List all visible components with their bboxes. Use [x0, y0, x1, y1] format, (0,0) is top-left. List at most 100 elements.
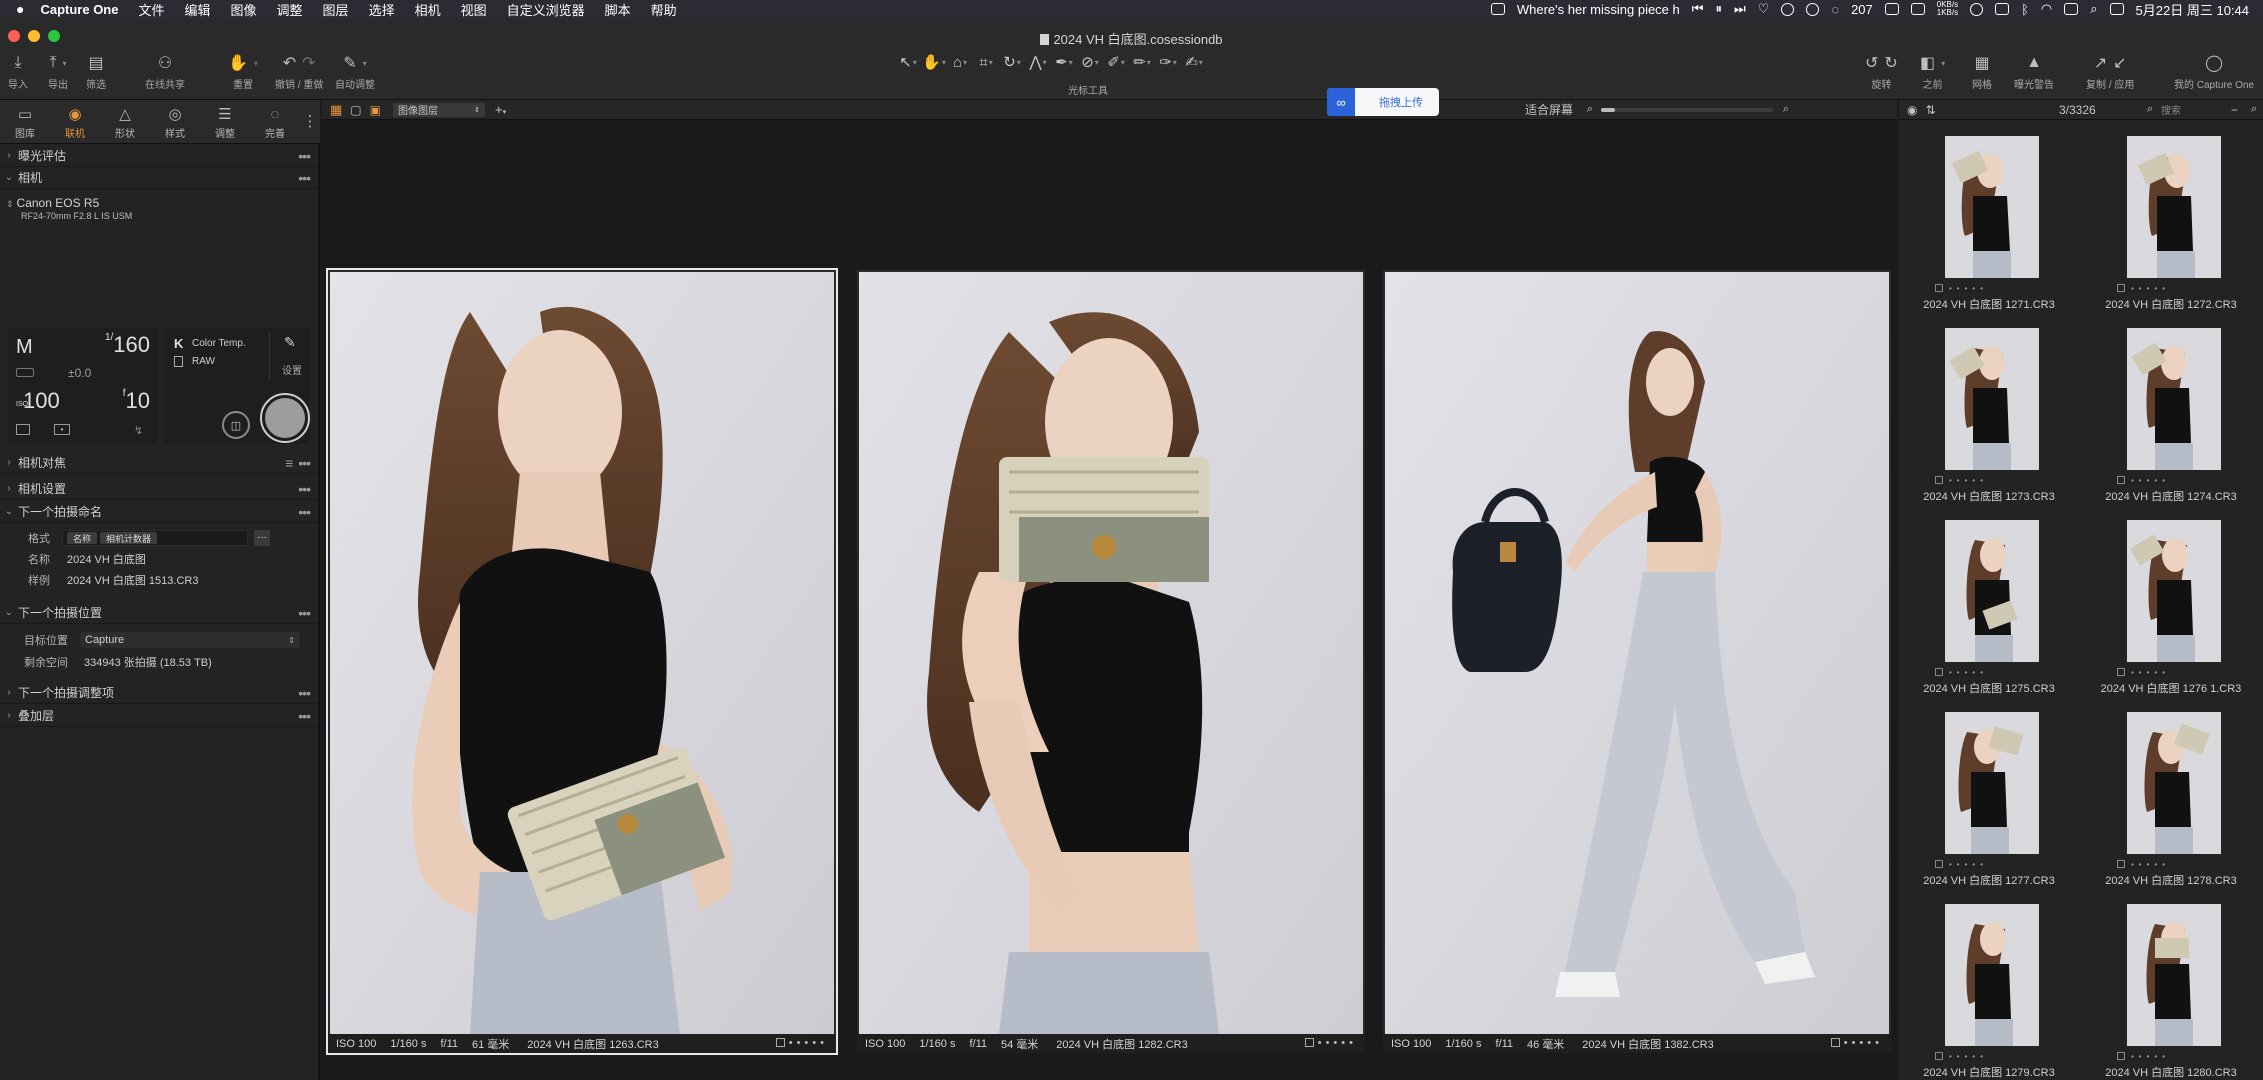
share-online-button[interactable]: ⚇ 在线共享 — [145, 52, 185, 91]
thumbnail[interactable]: ••••• 2024 VH 白底图 1272.CR3 — [2081, 130, 2261, 320]
menu-file[interactable]: 文件 — [128, 0, 174, 19]
exposure-mode[interactable]: M — [16, 336, 33, 359]
single-shot-icon[interactable] — [16, 424, 30, 435]
thumbnail-checkbox[interactable] — [2117, 860, 2125, 868]
rotate-tool-icon[interactable]: ↻ ▾ — [999, 52, 1025, 72]
apple-menu-icon[interactable]: ● — [0, 1, 30, 17]
menu-layer[interactable]: 图层 — [313, 0, 359, 19]
auto-adjust-dropdown-icon[interactable]: ▾ — [363, 59, 367, 68]
thumbnail-checkbox[interactable] — [1935, 668, 1943, 676]
zoom-slider-knob[interactable] — [1601, 108, 1615, 112]
heart-icon[interactable]: ♡ — [1758, 1, 1770, 17]
menu-select[interactable]: 选择 — [359, 0, 405, 19]
fit-screen-label[interactable]: 适合屏幕 — [1525, 101, 1573, 118]
more-options-icon[interactable]: ≡ ••• — [285, 455, 311, 471]
exposure-warning-button[interactable]: ▲ 曝光警告 — [2014, 52, 2054, 91]
sort-icon[interactable]: ⇅ — [1925, 103, 1935, 117]
thumbnail-checkbox[interactable] — [1935, 476, 1943, 484]
crop-tool-icon[interactable]: ⌗ ▾ — [973, 52, 999, 72]
more-options-icon[interactable]: ••• — [298, 685, 311, 701]
import-button[interactable]: ⤓ 导入 — [8, 52, 28, 91]
thumbnail-image[interactable] — [2127, 328, 2221, 470]
minus-icon[interactable]: − — [2231, 103, 2238, 117]
gradient-tool-icon[interactable]: ✏ ▾ — [1129, 52, 1155, 72]
zoom-icon[interactable]: ⌕ — [2251, 103, 2257, 116]
tab-shape[interactable]: △ 形状 — [100, 100, 150, 144]
copy-apply-button[interactable]: ↗ ↙ 复制 / 应用 — [2086, 52, 2134, 91]
redo-icon[interactable]: ↷ — [302, 53, 315, 73]
multi-view-icon[interactable]: ▣ — [370, 103, 381, 117]
thumbnail[interactable]: ••••• 2024 VH 白底图 1280.CR3 — [2081, 898, 2261, 1080]
thumbnail-image[interactable] — [2127, 712, 2221, 854]
thumbnail-image[interactable] — [2127, 136, 2221, 278]
more-options-icon[interactable]: ••• — [298, 170, 311, 186]
thumbnail[interactable]: ••••• 2024 VH 白底图 1279.CR3 — [1899, 898, 2079, 1080]
eyedropper-icon[interactable]: ✎ — [284, 334, 296, 351]
screen-record-icon[interactable] — [1884, 3, 1899, 15]
variant-select-checkbox[interactable] — [1304, 1038, 1314, 1047]
single-view-icon[interactable]: ▢ — [350, 103, 361, 117]
format-token-field[interactable]: 名称 相机计数器 — [62, 530, 248, 546]
thumbnail-checkbox[interactable] — [1935, 1052, 1943, 1060]
more-options-icon[interactable]: ••• — [298, 148, 311, 164]
section-camera[interactable]: ⌄ 相机 ••• — [0, 167, 318, 189]
before-button[interactable]: ◧ ▾ 之前 — [1920, 52, 1945, 91]
name-token[interactable]: 名称 — [67, 532, 98, 544]
section-next-capture-location[interactable]: ⌄ 下一个拍摄位置 ••• — [0, 602, 318, 624]
cat-icon[interactable] — [1910, 3, 1925, 15]
sync-icon[interactable] — [1781, 2, 1795, 16]
grid-view-icon[interactable]: ▦ — [330, 102, 342, 118]
section-next-capture-adjustments[interactable]: › 下一个拍摄调整项 ••• — [0, 682, 318, 704]
thumbnail[interactable]: ••••• 2024 VH 白底图 1271.CR3 — [1899, 130, 2079, 320]
variant-rating[interactable]: ••••• — [775, 1037, 828, 1049]
format-edit-button[interactable]: … — [254, 530, 270, 546]
tab-capture[interactable]: ◉ 联机 — [50, 100, 100, 144]
menu-camera[interactable]: 相机 — [405, 0, 451, 19]
more-tabs-icon[interactable]: ⋮ — [300, 100, 320, 144]
add-layer-icon[interactable]: +▾ — [495, 102, 506, 117]
rotate-right-icon[interactable]: ↻ — [1884, 53, 1897, 73]
input-method-icon[interactable] — [1995, 3, 2010, 15]
notification-count[interactable]: 207 — [1851, 2, 1873, 17]
menu-help[interactable]: 帮助 — [641, 0, 687, 19]
thumbnail-image[interactable] — [2127, 520, 2221, 662]
thumbnail[interactable]: ••••• 2024 VH 白底图 1276 1.CR3 — [2081, 514, 2261, 704]
white-balance-label[interactable]: Color Temp. — [192, 338, 246, 349]
rotate-button[interactable]: ↺ ↻ 旋转 — [1865, 52, 1898, 91]
photo-variant-3[interactable] — [1385, 272, 1889, 1034]
tab-refine[interactable]: ◌ 完善 — [250, 100, 300, 144]
control-center-icon[interactable] — [2064, 3, 2079, 15]
exposure-compensation[interactable]: ±0.0 — [68, 366, 91, 380]
more-options-icon[interactable]: ••• — [298, 481, 311, 497]
chat-bubble-icon[interactable]: ◌ — [1831, 2, 1839, 17]
bluetooth-icon[interactable]: ᛒ — [2021, 2, 2029, 17]
copy-arrow-icon[interactable]: ↗ — [2094, 53, 2107, 73]
file-format[interactable]: RAW — [192, 356, 215, 367]
my-capture-one-button[interactable]: ◯ 我的 Capture One — [2174, 52, 2254, 91]
upload-drop-button[interactable]: ∞ 拖拽上传 — [1327, 88, 1439, 116]
section-camera-focus[interactable]: › 相机对焦 ≡ ••• — [0, 452, 318, 474]
more-options-icon[interactable]: ••• — [298, 605, 311, 621]
undo-redo-button[interactable]: ↶ ↷ 撤销 / 重做 — [275, 52, 323, 91]
thumbnail-image[interactable] — [1945, 904, 2039, 1046]
picker-tool-icon[interactable]: ✒ ▾ — [1051, 52, 1077, 72]
af-icon[interactable]: ↯ — [134, 424, 143, 437]
next-track-icon[interactable]: ⏭ — [1734, 1, 1746, 17]
viewer-variant-1[interactable]: ISO 100 1/160 s f/11 61 毫米 2024 VH 白底图 1… — [326, 268, 838, 1055]
eraser-tool-icon[interactable]: ✑ ▾ — [1155, 52, 1181, 72]
loupe-tool-icon[interactable]: ⌂ ▾ — [947, 52, 973, 72]
list-icon[interactable]: ≡ — [285, 455, 293, 471]
thumbnail-image[interactable] — [1945, 712, 2039, 854]
zoom-in-icon[interactable]: ⌕ — [1783, 103, 1789, 116]
section-overlay[interactable]: › 叠加层 ••• — [0, 705, 318, 727]
variant-select-checkbox[interactable] — [775, 1038, 785, 1047]
settings-label[interactable]: 设置 — [282, 362, 302, 377]
select-cursor-tool-icon[interactable]: ↖ ▾ — [895, 52, 921, 72]
thumbnail-checkbox[interactable] — [2117, 476, 2125, 484]
apply-arrow-icon[interactable]: ↙ — [2113, 53, 2126, 73]
brush-tool-icon[interactable]: ✐ ▾ — [1103, 52, 1129, 72]
annotate-tool-icon[interactable]: ✍ ▾ — [1181, 52, 1207, 72]
menu-edit[interactable]: 编辑 — [175, 0, 221, 19]
target-location-select[interactable]: Capture ⇕ — [80, 632, 300, 648]
tab-style[interactable]: ◎ 样式 — [150, 100, 200, 144]
